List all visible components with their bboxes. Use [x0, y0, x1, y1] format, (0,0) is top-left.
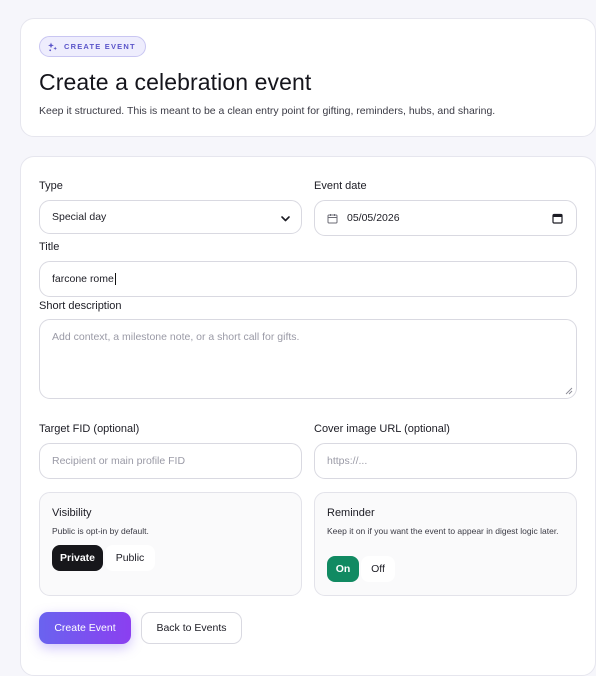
create-event-badge: CREATE EVENT — [39, 36, 146, 57]
visibility-note: Public is opt-in by default. — [52, 526, 149, 536]
title-input[interactable]: farcone rome — [39, 261, 577, 297]
back-to-events-button[interactable]: Back to Events — [141, 612, 242, 644]
calendar-icon — [327, 213, 338, 223]
title-input-value: farcone rome — [52, 273, 114, 285]
cover-url-placeholder: https://... — [327, 455, 368, 467]
chevron-down-icon — [281, 216, 290, 222]
visibility-toggle: Private Public — [52, 545, 155, 571]
header-card: CREATE EVENT Create a celebration event … — [20, 18, 596, 137]
reminder-off-button[interactable]: Off — [361, 556, 395, 582]
resize-handle-icon[interactable] — [565, 387, 573, 395]
reminder-title: Reminder — [327, 507, 375, 519]
visibility-private-button[interactable]: Private — [52, 545, 103, 571]
type-select[interactable]: Special day — [39, 200, 302, 234]
create-event-button[interactable]: Create Event — [39, 612, 131, 644]
reminder-on-button[interactable]: On — [327, 556, 359, 582]
description-placeholder: Add context, a milestone note, or a shor… — [52, 331, 300, 343]
target-fid-label: Target FID (optional) — [39, 423, 140, 435]
type-label: Type — [39, 180, 63, 192]
sparkles-icon — [48, 42, 57, 51]
date-picker-icon[interactable] — [552, 213, 563, 224]
visibility-title: Visibility — [52, 507, 92, 519]
reminder-note: Keep it on if you want the event to appe… — [327, 526, 559, 536]
cover-url-input[interactable]: https://... — [314, 443, 577, 479]
reminder-panel: Reminder Keep it on if you want the even… — [314, 492, 577, 596]
page-subtitle: Keep it structured. This is meant to be … — [39, 105, 496, 117]
event-date-value: 05/05/2026 — [347, 212, 400, 224]
description-textarea[interactable]: Add context, a milestone note, or a shor… — [39, 319, 577, 399]
reminder-toggle: On Off — [327, 556, 395, 582]
visibility-panel: Visibility Public is opt-in by default. … — [39, 492, 302, 596]
type-select-value: Special day — [52, 211, 107, 223]
target-fid-placeholder: Recipient or main profile FID — [52, 455, 186, 467]
event-date-label: Event date — [314, 180, 367, 192]
description-label: Short description — [39, 300, 122, 312]
text-cursor — [114, 273, 116, 285]
badge-label: CREATE EVENT — [64, 42, 136, 51]
cover-url-label: Cover image URL (optional) — [314, 423, 450, 435]
event-form: Type Special day Event date 05/05/2026 T… — [20, 156, 596, 676]
visibility-public-button[interactable]: Public — [105, 545, 155, 571]
title-label: Title — [39, 241, 60, 253]
page-title: Create a celebration event — [39, 69, 312, 95]
target-fid-input[interactable]: Recipient or main profile FID — [39, 443, 302, 479]
event-date-input[interactable]: 05/05/2026 — [314, 200, 577, 236]
